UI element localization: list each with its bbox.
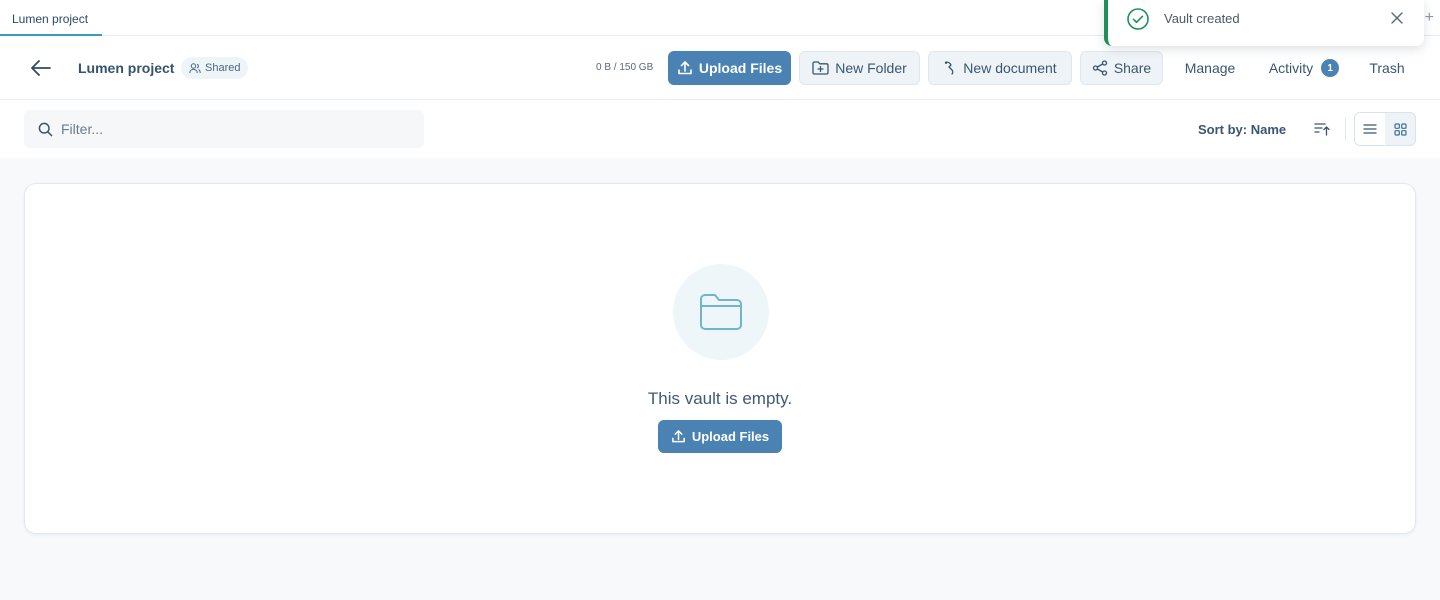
view-toggle bbox=[1354, 112, 1416, 146]
sort-ascending-icon bbox=[1314, 123, 1330, 136]
share-button[interactable]: Share bbox=[1080, 51, 1163, 85]
manage-label: Manage bbox=[1184, 60, 1236, 76]
toolbar: Sort by: Name bbox=[0, 100, 1440, 158]
trash-label: Trash bbox=[1369, 60, 1405, 76]
sort-dropdown[interactable]: Sort by: Name bbox=[1198, 122, 1286, 137]
shared-badge: Shared bbox=[181, 57, 249, 79]
activity-label: Activity bbox=[1268, 60, 1314, 76]
toast-message: Vault created bbox=[1164, 11, 1240, 26]
sort-direction-button[interactable] bbox=[1312, 119, 1332, 139]
upload-icon bbox=[671, 430, 685, 443]
new-document-button[interactable]: New document bbox=[928, 51, 1072, 85]
toast-notification: Vault created bbox=[1104, 0, 1424, 46]
upload-icon bbox=[678, 61, 692, 75]
share-icon bbox=[1092, 60, 1107, 76]
activity-count-badge: 1 bbox=[1321, 59, 1340, 77]
folder-icon bbox=[700, 294, 742, 330]
upload-files-label: Upload Files bbox=[698, 60, 783, 76]
storage-usage: 0 B / 150 GB bbox=[596, 62, 654, 73]
filter-box bbox=[24, 110, 424, 148]
trash-button[interactable]: Trash bbox=[1358, 51, 1416, 85]
filter-input[interactable] bbox=[61, 121, 401, 137]
list-view-button[interactable] bbox=[1355, 113, 1385, 145]
search-icon bbox=[38, 122, 53, 136]
folder-plus-icon bbox=[812, 61, 829, 75]
grid-view-button[interactable] bbox=[1385, 113, 1415, 145]
empty-message: This vault is empty. bbox=[647, 389, 793, 408]
new-document-label: New document bbox=[963, 60, 1057, 76]
activity-button[interactable]: Activity 1 bbox=[1258, 51, 1350, 85]
close-icon[interactable] bbox=[1390, 11, 1404, 25]
empty-vault-panel: This vault is empty. Upload Files bbox=[24, 183, 1416, 534]
manage-button[interactable]: Manage bbox=[1172, 51, 1248, 85]
empty-upload-files-button[interactable]: Upload Files bbox=[658, 420, 782, 453]
share-label: Share bbox=[1113, 60, 1152, 76]
shared-label: Shared bbox=[205, 62, 241, 74]
new-folder-label: New Folder bbox=[835, 60, 907, 76]
list-icon bbox=[1363, 124, 1377, 134]
new-tab-icon[interactable]: + bbox=[1425, 9, 1434, 27]
pen-tool-icon bbox=[945, 61, 954, 75]
empty-upload-label: Upload Files bbox=[691, 429, 770, 444]
toolbar-divider bbox=[1345, 118, 1346, 140]
upload-files-button[interactable]: Upload Files bbox=[668, 51, 791, 85]
new-folder-button[interactable]: New Folder bbox=[799, 51, 920, 85]
vault-title: Lumen project bbox=[78, 60, 175, 76]
users-icon bbox=[189, 62, 201, 73]
empty-folder-illustration bbox=[673, 264, 769, 360]
back-button[interactable] bbox=[28, 56, 54, 80]
tab-lumen-project[interactable]: Lumen project bbox=[0, 0, 102, 36]
arrow-left-icon bbox=[31, 60, 51, 76]
grid-icon bbox=[1393, 122, 1407, 136]
tab-label: Lumen project bbox=[12, 12, 89, 26]
check-circle-icon bbox=[1127, 8, 1149, 30]
